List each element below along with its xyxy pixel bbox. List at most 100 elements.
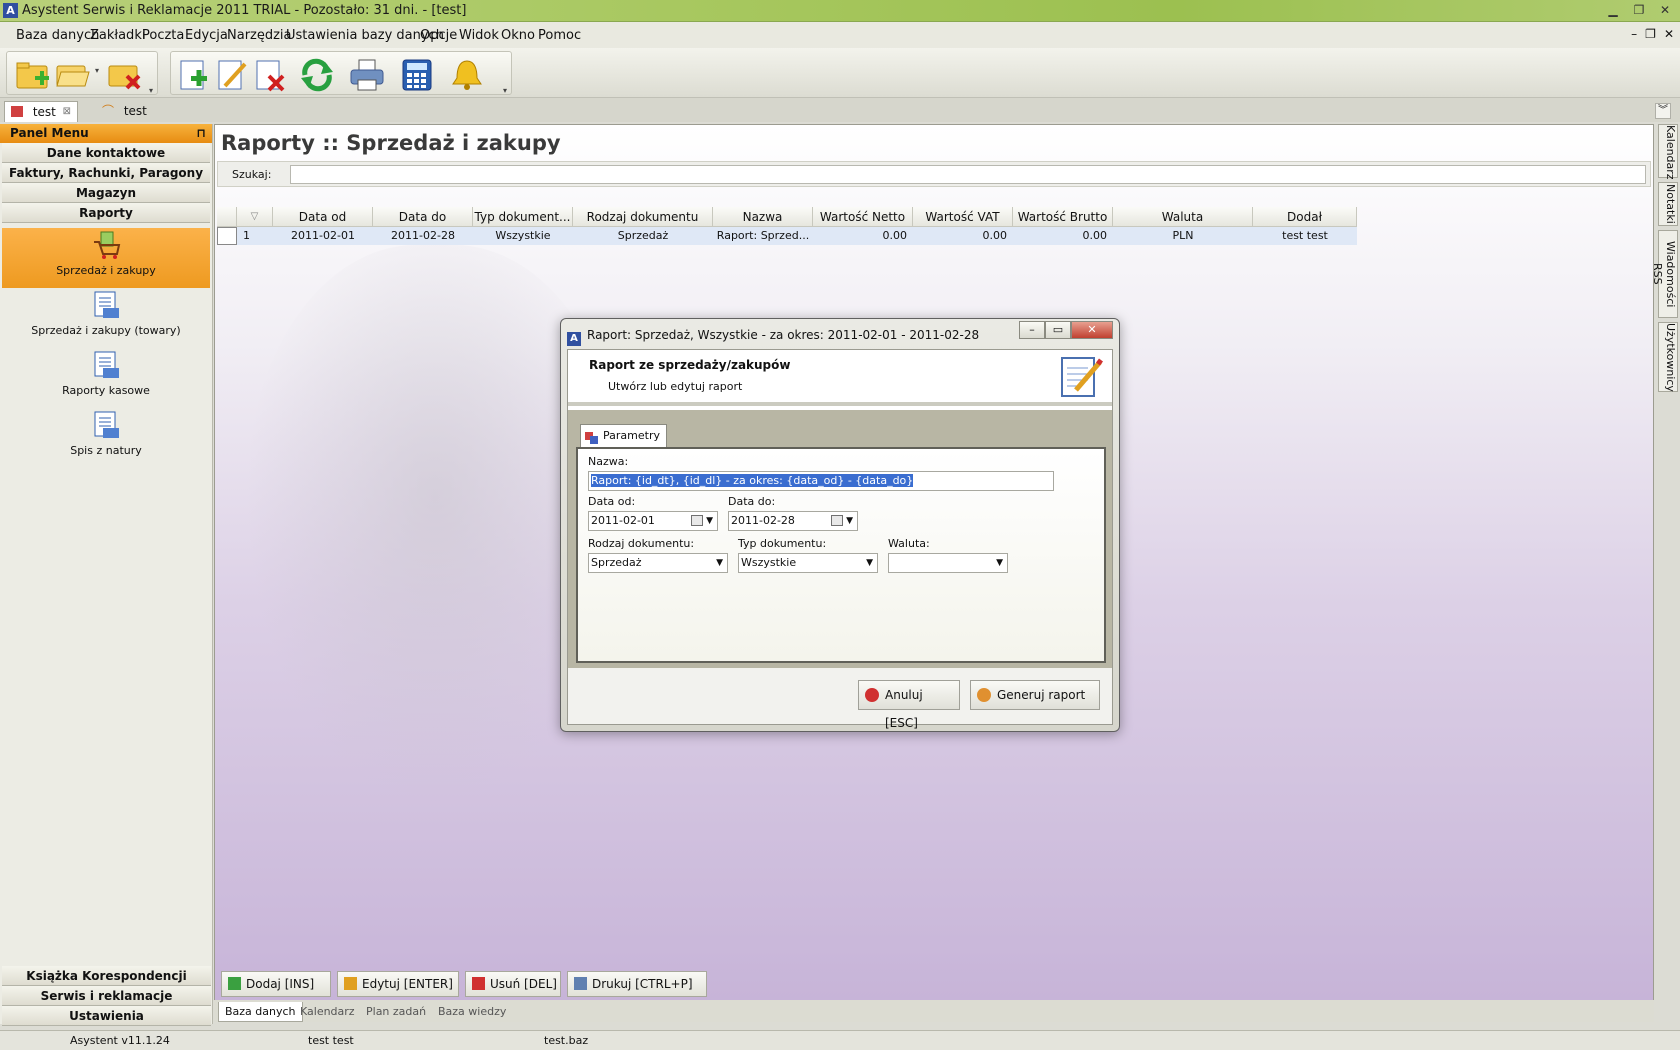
nav-section-ustawienia[interactable]: Ustawienia [2, 1006, 211, 1026]
dropdown-arrow-icon[interactable]: ▼ [996, 554, 1003, 572]
search-input[interactable] [290, 165, 1646, 184]
dialog-maximize-icon[interactable]: ▭ [1045, 321, 1071, 339]
column-header[interactable]: Typ dokument... [473, 207, 573, 226]
column-header[interactable]: Data od [273, 207, 373, 226]
table-row[interactable]: 1 2011-02-01 2011-02-28 Wszystkie Sprzed… [217, 227, 1357, 245]
menu-bar: Baza danych Zakładki Poczta Edycja Narzę… [0, 22, 1680, 48]
nav-section-ksiazka[interactable]: Książka Korespondencji [2, 966, 211, 986]
row-checkbox[interactable] [217, 227, 237, 245]
print-button[interactable]: Drukuj [CTRL+P] [567, 971, 707, 997]
refresh-icon[interactable] [299, 58, 335, 92]
nav-section-faktury[interactable]: Faktury, Rachunki, Paragony [2, 163, 210, 183]
menu-zakladki[interactable]: Zakładki [90, 28, 145, 43]
menu-okno[interactable]: Okno [501, 28, 535, 43]
data-do-label: Data do: [728, 495, 776, 508]
delete-database-icon[interactable] [107, 58, 143, 92]
edit-record-icon[interactable] [213, 58, 249, 92]
mdi-minimize-icon[interactable]: – [1631, 27, 1637, 41]
tab-close-icon[interactable]: ⊠ [63, 102, 71, 122]
menu-narzedzia[interactable]: Narzędzia [227, 28, 292, 43]
delete-button[interactable]: Usuń [DEL] [465, 971, 561, 997]
menu-edycja[interactable]: Edycja [185, 28, 228, 43]
delete-record-icon[interactable] [251, 58, 287, 92]
menu-widok[interactable]: Widok [459, 28, 499, 43]
column-header[interactable]: Nazwa [713, 207, 813, 226]
tab-baza-danych[interactable]: Baza danych [218, 1002, 303, 1022]
dialog-title-text: Raport: Sprzedaż, Wszystkie - za okres: … [587, 328, 980, 342]
column-header[interactable]: Dodał [1253, 207, 1357, 226]
doc-tab-test[interactable]: ⌒ test [96, 101, 166, 122]
nav-section-dane-kontaktowe[interactable]: Dane kontaktowe [2, 143, 210, 163]
new-database-icon[interactable] [15, 58, 51, 92]
menu-opcje[interactable]: Opcje [420, 28, 457, 43]
dropdown-arrow-icon[interactable]: ▼ [846, 512, 853, 530]
minimize-icon[interactable]: ▁ [1602, 1, 1624, 19]
dialog-minimize-icon[interactable]: – [1019, 321, 1045, 339]
typ-select[interactable]: Wszystkie ▼ [738, 553, 878, 573]
calendar-icon[interactable] [691, 515, 703, 526]
pin-icon[interactable]: ⊓ [196, 124, 206, 143]
toolbar: ▾ ▾ ▾ [0, 48, 1680, 98]
cancel-button[interactable]: Anuluj [ESC] [858, 680, 960, 730]
rodzaj-select[interactable]: Sprzedaż ▼ [588, 553, 728, 573]
menu-pomoc[interactable]: Pomoc [538, 28, 581, 43]
collapse-icon[interactable]: ︾ [1655, 103, 1671, 119]
data-do-picker[interactable]: 2011-02-28 ▼ [728, 511, 858, 531]
print-icon[interactable] [349, 58, 385, 92]
open-folder-icon[interactable] [55, 58, 91, 92]
dialog-title: A Raport: Sprzedaż, Wszystkie - za okres:… [567, 325, 980, 346]
data-od-picker[interactable]: 2011-02-01 ▼ [588, 511, 718, 531]
tab-baza-wiedzy[interactable]: Baza wiedzy [432, 1002, 512, 1022]
left-panel: Panel Menu ⊓ Dane kontaktowe Faktury, Ra… [0, 124, 213, 1026]
close-icon[interactable]: ✕ [1654, 1, 1676, 19]
mdi-restore-icon[interactable]: ❐ [1645, 27, 1656, 41]
cell-dodal: test test [1282, 229, 1328, 242]
generate-report-button[interactable]: Generuj raport [970, 680, 1100, 710]
maximize-icon[interactable]: ❐ [1628, 1, 1650, 19]
cell-typ: Wszystkie [495, 229, 551, 242]
filter-icon[interactable]: ▽ [237, 207, 273, 226]
side-tab-uzytkownicy[interactable]: Użytkownicy [1658, 322, 1678, 392]
mdi-close-icon[interactable]: ✕ [1664, 27, 1674, 41]
column-header[interactable]: Wartość Brutto [1013, 207, 1113, 226]
menu-poczta[interactable]: Poczta [142, 28, 184, 43]
bell-icon[interactable] [449, 58, 485, 92]
nazwa-input[interactable]: Raport: {id_dt}, {id_dl} - za okres: {da… [588, 471, 1054, 491]
nav-section-raporty[interactable]: Raporty [2, 203, 210, 223]
dialog-header: Raport ze sprzedaży/zakupów Utwórz lub e… [568, 350, 1112, 406]
side-tab-notatki[interactable]: Notatki [1658, 182, 1678, 226]
column-header[interactable]: Wartość Netto [813, 207, 913, 226]
calendar-icon[interactable] [831, 515, 843, 526]
column-header[interactable]: Wartość VAT [913, 207, 1013, 226]
nav-item-sprzedaz-zakupy-towary[interactable]: Sprzedaż i zakupy (towary) [2, 288, 210, 348]
nav-section-serwis[interactable]: Serwis i reklamacje [2, 986, 211, 1006]
search-bar: Szukaj: [217, 161, 1651, 187]
add-button[interactable]: Dodaj [INS] [221, 971, 331, 997]
tab-kalendarz[interactable]: Kalendarz [294, 1002, 361, 1022]
edit-button[interactable]: Edytuj [ENTER] [337, 971, 459, 997]
add-record-icon[interactable] [175, 58, 211, 92]
nav-item-raporty-kasowe[interactable]: Raporty kasowe [2, 348, 210, 408]
side-tab-kalendarz[interactable]: Kalendarz [1658, 124, 1678, 180]
column-header[interactable]: Waluta [1113, 207, 1253, 226]
dropdown-arrow-icon[interactable]: ▼ [706, 512, 713, 530]
nav-section-magazyn[interactable]: Magazyn [2, 183, 210, 203]
status-version: Asystent v11.1.24 [70, 1034, 170, 1047]
column-header[interactable]: Rodzaj dokumentu [573, 207, 713, 226]
dropdown-arrow-icon[interactable]: ▾ [95, 66, 103, 75]
waluta-select[interactable]: ▼ [888, 553, 1008, 573]
tab-plan-zadan[interactable]: Plan zadań [360, 1002, 432, 1022]
side-tab-rss[interactable]: Wiadomości RSS [1651, 230, 1678, 318]
menu-baza-danych[interactable]: Baza danych [16, 28, 99, 43]
dialog-close-icon[interactable]: ✕ [1071, 321, 1113, 339]
calculator-icon[interactable] [399, 58, 435, 92]
toolbar-group-records: ▾ [170, 51, 512, 95]
dropdown-arrow-icon[interactable]: ▼ [716, 554, 723, 572]
dropdown-arrow-icon[interactable]: ▼ [866, 554, 873, 572]
tab-parametry[interactable]: Parametry [580, 424, 667, 448]
nav-item-spis-z-natury[interactable]: Spis z natury [2, 408, 210, 468]
side-tabs: Kalendarz Notatki Wiadomości RSS Użytkow… [1651, 124, 1678, 1024]
column-header[interactable]: Data do [373, 207, 473, 226]
doc-tab-test-active[interactable]: test ⊠ [4, 101, 78, 122]
nav-item-sprzedaz-zakupy[interactable]: Sprzedaż i zakupy [2, 228, 210, 288]
